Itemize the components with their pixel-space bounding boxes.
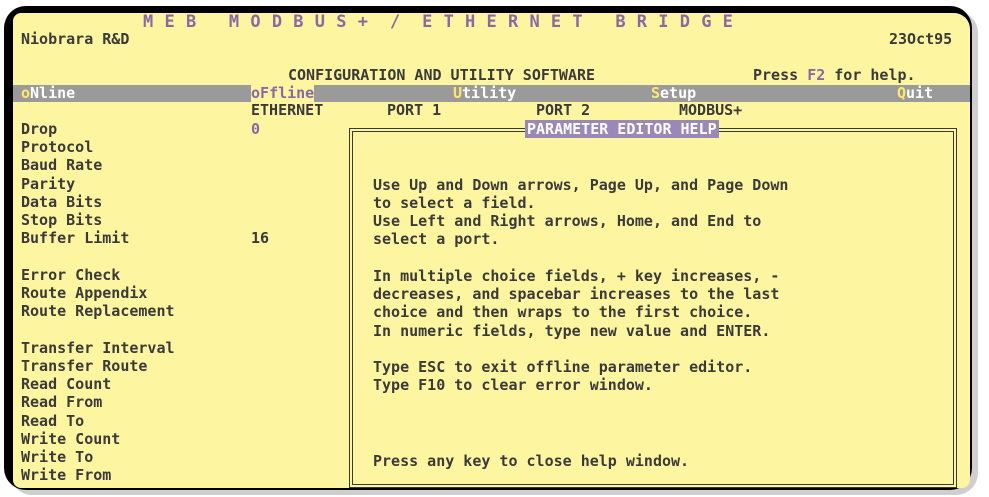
help-line: Type F10 to clear error window. [373, 376, 653, 394]
help-line: choice and then wraps to the first choic… [373, 303, 753, 321]
field-buffer-limit[interactable]: Buffer Limit [21, 229, 129, 247]
help-line: In numeric fields, type new value and EN… [373, 322, 771, 340]
subtitle: CONFIGURATION AND UTILITY SOFTWARE [288, 66, 596, 84]
app-title: M E B M O D B U S + / E T H E R N E T B … [143, 13, 734, 32]
menu-setup-label: etup [660, 84, 697, 102]
help-window: PARAMETER EDITOR HELP Use Up and Down ar… [349, 120, 957, 488]
menu-online-label: Nline [30, 84, 76, 102]
field-protocol[interactable]: Protocol [21, 138, 93, 156]
menu-utility-label: tility [462, 84, 517, 102]
help-footer[interactable]: Press any key to close help window. [373, 452, 689, 470]
menu-quit-hotkey: Q [897, 84, 907, 102]
field-route-appendix[interactable]: Route Appendix [21, 284, 147, 302]
field-parity[interactable]: Parity [21, 175, 75, 193]
f2-key[interactable]: F2 [807, 66, 825, 84]
menu-utility-hotkey: U [453, 84, 463, 102]
field-data-bits[interactable]: Data Bits [21, 193, 102, 211]
terminal-screen: M E B M O D B U S + / E T H E R N E T B … [13, 13, 970, 488]
column-port2[interactable]: PORT 2 [536, 101, 590, 119]
menu-online-hotkey: o [21, 84, 31, 102]
menu-offline[interactable]: oFfline [251, 84, 315, 102]
help-line: decreases, and spacebar increases to the… [373, 285, 780, 303]
version-date: 23Oct95 [889, 30, 953, 48]
help-line: Type ESC to exit offline parameter edito… [373, 358, 753, 376]
menu-utility[interactable]: Utility [453, 85, 516, 102]
field-baud-rate[interactable]: Baud Rate [21, 156, 102, 174]
help-hint-prefix: Press [753, 66, 808, 84]
help-window-title: PARAMETER EDITOR HELP [525, 120, 719, 138]
field-route-replacement[interactable]: Route Replacement [21, 302, 175, 320]
menu-setup-hotkey: S [651, 84, 661, 102]
field-error-check[interactable]: Error Check [21, 266, 120, 284]
menu-online[interactable]: oNline [21, 85, 75, 102]
help-line: select a port. [373, 230, 500, 248]
field-read-count[interactable]: Read Count [21, 375, 111, 393]
help-line: In multiple choice fields, + key increas… [373, 267, 780, 285]
field-write-count[interactable]: Write Count [21, 430, 120, 448]
help-line: Use Left and Right arrows, Home, and End… [373, 212, 762, 230]
field-drop-value[interactable]: 0 [251, 120, 260, 138]
field-transfer-route[interactable]: Transfer Route [21, 357, 147, 375]
column-ethernet[interactable]: ETHERNET [251, 101, 323, 119]
help-hint-suffix: for help. [825, 66, 916, 84]
menu-setup[interactable]: Setup [651, 85, 696, 102]
field-write-to[interactable]: Write To [21, 448, 93, 466]
field-write-from[interactable]: Write From [21, 466, 111, 484]
menu-offline-label: fline [269, 84, 315, 102]
menu-quit-label: uit [906, 84, 934, 102]
help-line: Use Up and Down arrows, Page Up, and Pag… [373, 176, 789, 194]
menu-bar: oNline oFfline Utility Setup Quit [13, 85, 970, 102]
menu-quit[interactable]: Quit [897, 85, 933, 102]
help-hint: Press F2 for help. [753, 66, 916, 84]
help-line: to select a field. [373, 194, 536, 212]
field-read-from[interactable]: Read From [21, 393, 102, 411]
field-drop[interactable]: Drop [21, 120, 57, 138]
field-read-to[interactable]: Read To [21, 412, 84, 430]
column-port1[interactable]: PORT 1 [387, 101, 441, 119]
field-stop-bits[interactable]: Stop Bits [21, 211, 102, 229]
menu-offline-hotkey-f: F [260, 84, 270, 102]
company-name: Niobrara R&D [21, 30, 130, 48]
column-modbus[interactable]: MODBUS+ [679, 101, 742, 119]
field-transfer-interval[interactable]: Transfer Interval [21, 339, 175, 357]
field-buffer-limit-value[interactable]: 16 [251, 229, 269, 247]
menu-offline-hotkey: o [251, 84, 261, 102]
